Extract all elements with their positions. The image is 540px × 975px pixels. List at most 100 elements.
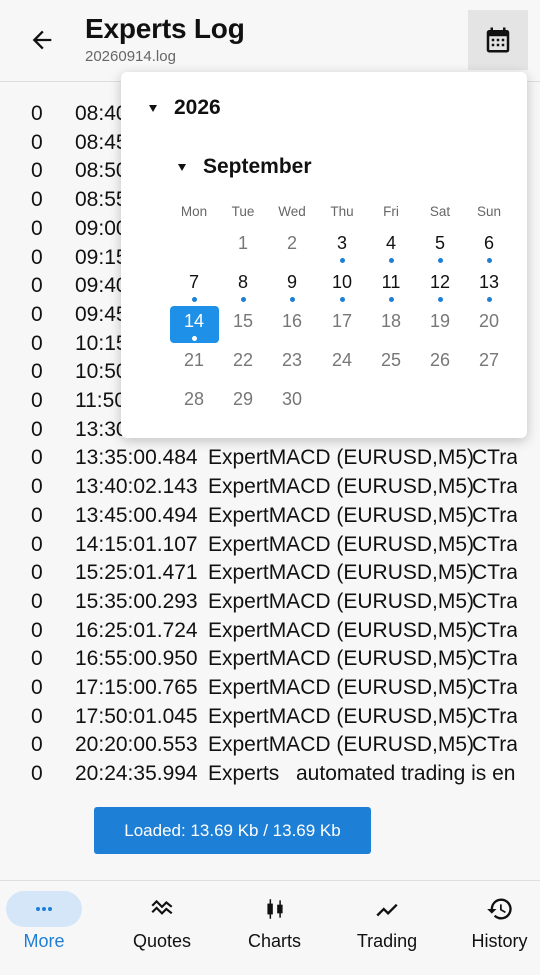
calendar-day[interactable]: 25 [367,345,416,382]
app-header: Experts Log 20260914.log [0,0,540,82]
log-source: ExpertMACD (EURUSD,M5) [208,446,475,470]
nav-item-history[interactable]: History [446,881,540,975]
back-button[interactable] [22,20,62,60]
quotes-icon [124,891,200,927]
log-time: 17:50:01.045 [75,704,198,728]
log-source: ExpertMACD (EURUSD,M5) [208,561,475,585]
loaded-status-button[interactable]: Loaded: 13.69 Kb / 13.69 Kb [94,807,371,854]
log-time: 13:35:00.484 [75,446,198,470]
log-code: 0 [31,360,43,384]
log-time: 17:15:00.765 [75,676,198,699]
log-time: 13:40:02.143 [75,475,198,499]
log-row[interactable]: 0 17:50:01.045 ExpertMACD (EURUSD,M5) CTra [0,702,540,731]
calendar-day[interactable]: 8 [219,267,268,304]
calendar-day[interactable]: 10 [318,267,367,304]
log-row[interactable]: 0 15:35:00.293 ExpertMACD (EURUSD,M5) CTra [0,587,540,616]
nav-item-quotes[interactable]: Quotes [108,881,216,975]
log-time: 10:15 [75,331,128,355]
nav-item-charts[interactable]: Charts [221,881,329,975]
calendar-day[interactable]: 19 [416,306,465,343]
log-time: 10:50 [75,360,128,384]
log-time: 20:24:35.994 [75,762,198,786]
calendar-day[interactable]: 21 [170,345,219,382]
log-available-dot-icon [240,297,246,302]
log-time: 08:50 [75,159,128,183]
log-available-dot-icon [437,297,443,302]
log-source: ExpertMACD (EURUSD,M5) [208,704,475,728]
calendar-day[interactable]: 28 [170,384,219,421]
log-time: 20:20:00.553 [75,733,198,757]
log-source: Experts [208,762,280,786]
calendar-day[interactable]: 27 [465,345,514,382]
calendar-day[interactable]: 13 [465,267,514,304]
calendar-day[interactable]: 2 [268,228,317,265]
calendar-day[interactable]: 23 [268,345,317,382]
calendar-popup: 2026 September Mon Tue Wed Thu Fri Sat Sun 123… [121,72,527,438]
log-source: ExpertMACD (EURUSD,M5) [208,589,475,613]
log-code: 0 [31,417,43,441]
calendar-day[interactable]: 26 [416,345,465,382]
calendar-day-selected[interactable]: 14 [169,306,219,343]
log-message: CTra [472,589,517,613]
log-time: 16:55:00.950 [75,647,198,671]
calendar-day[interactable]: 11 [367,267,416,304]
log-row[interactable]: 0 16:25:01.724 ExpertMACD (EURUSD,M5) CTra [0,616,540,645]
calendar-day[interactable]: 12 [416,267,465,304]
log-code: 0 [31,618,43,642]
log-available-dot-icon [191,336,197,341]
calendar-day[interactable]: 29 [219,384,268,421]
log-message: CTra [472,446,517,470]
log-row[interactable]: 0 20:24:35.994 Experts automated trading is… [0,759,540,788]
log-source: ExpertMACD (EURUSD,M5) [208,475,475,499]
calendar-day[interactable]: 5 [416,228,465,265]
log-row[interactable]: 0 16:55:00.950 ExpertMACD (EURUSD,M5) CTra [0,644,540,673]
calendar-icon [486,27,510,53]
calendar-day[interactable]: 7 [170,267,219,304]
nav-item-trading[interactable]: Trading [333,881,441,975]
log-source: ExpertMACD (EURUSD,M5) [208,733,475,757]
history-clock-icon [462,891,538,927]
calendar-day[interactable]: 3 [318,228,367,265]
log-message: CTra [472,704,517,728]
calendar-day[interactable]: 15 [219,306,268,343]
log-time: 13:45:00.494 [75,503,198,527]
calendar-day[interactable]: 6 [465,228,514,265]
calendar-day[interactable]: 22 [219,345,268,382]
log-row[interactable]: 0 20:20:00.553 ExpertMACD (EURUSD,M5) CTra [0,730,540,759]
log-row[interactable]: 0 14:15:01.107 ExpertMACD (EURUSD,M5) CTra [0,530,540,559]
log-time: 15:25:01.471 [75,561,198,585]
log-available-dot-icon [289,297,295,302]
log-code: 0 [31,159,43,183]
log-code: 0 [31,647,43,671]
log-source: ExpertMACD (EURUSD,M5) [208,503,475,527]
calendar-day[interactable]: 9 [268,267,317,304]
calendar-day[interactable]: 1 [219,228,268,265]
log-row[interactable]: 0 17:15:00.765 ExpertMACD (EURUSD,M5) CTra [0,673,540,702]
nav-label: Charts [247,931,301,951]
calendar-day[interactable]: 30 [268,384,317,421]
calendar-button[interactable] [468,10,528,70]
calendar-day[interactable]: 17 [318,306,367,343]
log-available-dot-icon [437,258,443,263]
day-grid: 1 2 3 4 5 6 7 8 9 10 11 12 13 14 15 16 17 18 19 20 21 22 23 24 2… [121,72,527,438]
log-row[interactable]: 0 13:40:02.143 ExpertMACD (EURUSD,M5) CTra [0,472,540,501]
log-message: CTra [472,561,517,585]
log-time: 09:40 [75,274,128,298]
log-row[interactable]: 0 13:45:00.494 ExpertMACD (EURUSD,M5) CTra [0,501,540,530]
calendar-day[interactable]: 4 [367,228,416,265]
calendar-day[interactable]: 18 [367,306,416,343]
log-available-dot-icon [339,297,345,302]
calendar-day[interactable]: 24 [318,345,367,382]
nav-item-more[interactable]: More [0,881,98,975]
log-time: 09:00 [75,216,128,240]
log-code: 0 [31,589,43,613]
calendar-day[interactable]: 20 [465,306,514,343]
arrow-left-icon [32,30,52,50]
more-dots-icon [6,891,82,927]
log-source: ExpertMACD (EURUSD,M5) [208,647,475,671]
nav-label: More [23,931,65,951]
log-row[interactable]: 0 13:35:00.484 ExpertMACD (EURUSD,M5) CTra [0,443,540,472]
log-source: ExpertMACD (EURUSD,M5) [208,676,475,699]
log-row[interactable]: 0 15:25:01.471 ExpertMACD (EURUSD,M5) CTra [0,558,540,587]
calendar-day[interactable]: 16 [268,306,317,343]
